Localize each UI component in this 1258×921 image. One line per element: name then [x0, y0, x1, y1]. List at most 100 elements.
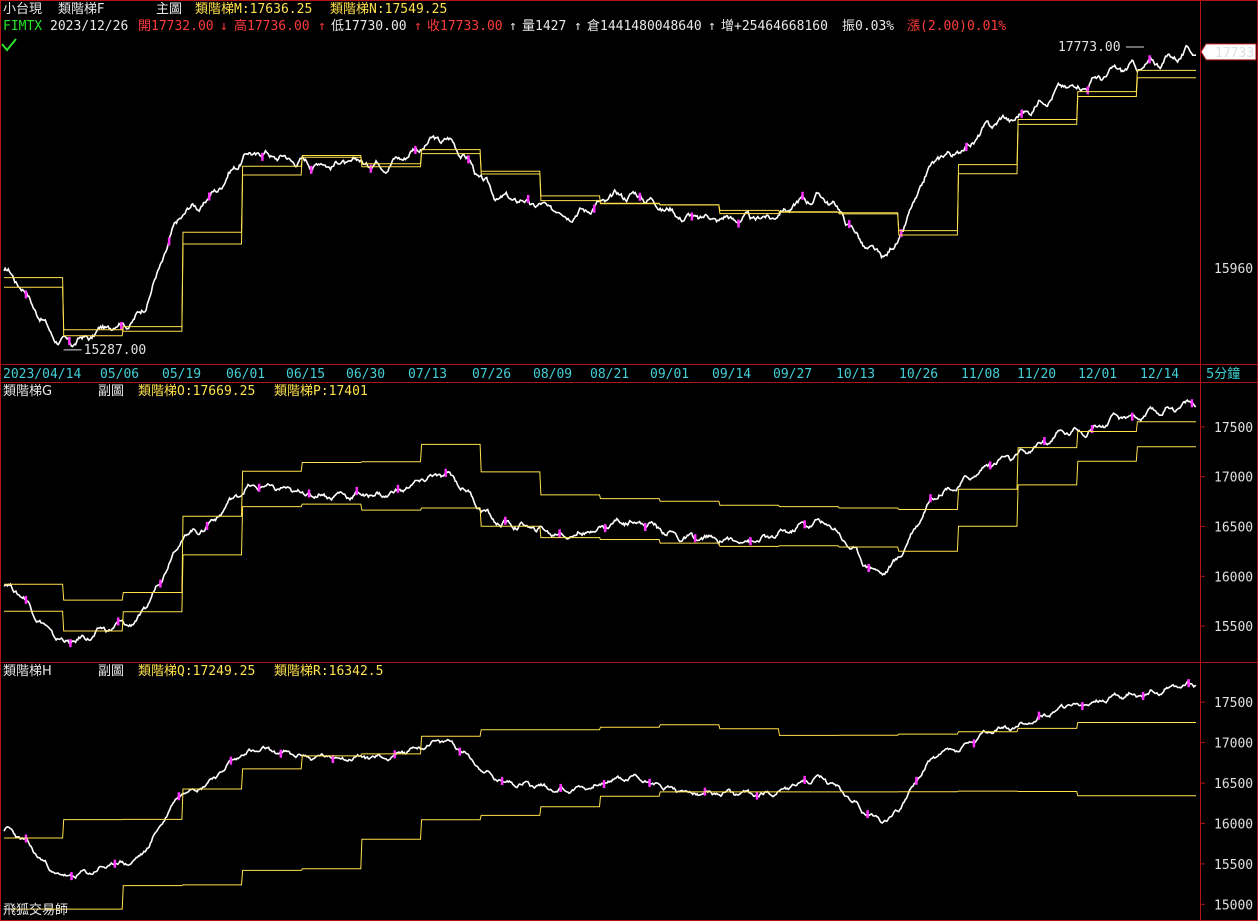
y-tick-label: 17500: [1214, 696, 1253, 711]
highlight-mark: [867, 564, 870, 573]
volume-value: 量1427: [522, 19, 566, 34]
highlight-mark: [755, 791, 759, 800]
sub2-label: 副圖: [98, 664, 124, 679]
instrument-name: 小台現: [3, 2, 42, 17]
sub-panel-h[interactable]: [3, 679, 1197, 910]
main-price-panel[interactable]: [3, 44, 1197, 348]
header-row-1: 小台現 類階梯F 主圖 類階梯M:17636.25 類階梯N:17549.25: [3, 2, 447, 17]
highlight-mark: [558, 529, 561, 538]
x-tick-label: 12/01: [1078, 367, 1117, 382]
x-tick-label: 10/13: [836, 367, 875, 382]
interval-selector[interactable]: 5分鐘: [1206, 366, 1240, 382]
highlight-mark: [1043, 437, 1046, 446]
highlight-mark: [648, 778, 651, 787]
x-tick-label: 11/20: [1017, 367, 1056, 382]
chart-canvas[interactable]: 17733 15960 17773.00 15287.002023/04/14 05/0…: [0, 0, 1258, 921]
highlight-mark: [279, 749, 283, 758]
highlight-mark: [467, 155, 470, 164]
highlight-mark: [120, 321, 123, 330]
header-row-2: FIMTX 2023/12/26 開17732.00 ↓ 高17736.00 ↑…: [3, 18, 1006, 34]
y-tick-label: 15000: [1214, 898, 1253, 913]
main-chart-label: 主圖: [156, 2, 182, 17]
y-tick-label: 16500: [1214, 777, 1253, 792]
highlight-mark: [526, 194, 530, 203]
y-tick-label: 16500: [1214, 521, 1253, 536]
highlight-mark: [1020, 109, 1023, 118]
x-tick-label: 09/27: [773, 367, 812, 382]
indicator-m-value: 類階梯M:17636.25: [195, 2, 312, 17]
highlight-mark: [355, 486, 359, 495]
x-tick-label: 05/06: [100, 367, 139, 382]
highlight-mark: [369, 164, 373, 173]
x-tick-label: 08/21: [590, 367, 629, 382]
sub2-name: 類階梯H: [3, 664, 52, 679]
highlight-mark: [68, 336, 71, 345]
highlight-mark: [593, 204, 596, 213]
highlight-mark: [693, 534, 697, 543]
highlight-mark: [1141, 691, 1145, 700]
indicator-series-line-類階梯R: [4, 790, 1196, 910]
indicator-o-value: 類階梯O:17669.25: [138, 384, 255, 399]
highlight-mark: [749, 537, 752, 546]
close-price: 收17733.00: [427, 19, 503, 34]
indicator-f-label: 類階梯F: [58, 2, 104, 17]
x-tick-label: 06/01: [226, 367, 265, 382]
low-price: 低17730.00: [331, 19, 407, 34]
highlight-mark: [177, 792, 181, 801]
chart-frame: [0, 0, 1258, 921]
indicator-r-value: 類階梯R:16342.5: [274, 664, 383, 679]
x-tick-label: 07/26: [472, 367, 511, 382]
highlight-mark: [458, 747, 462, 756]
highlight-mark: [1187, 679, 1190, 688]
quote-date: 2023/12/26: [50, 19, 128, 34]
y-tick-label: 16000: [1214, 570, 1253, 585]
y-tick-label: 17500: [1214, 421, 1253, 436]
up-arrow-icon: ↑: [318, 19, 326, 34]
highlight-mark: [972, 739, 976, 748]
axes: 17733 15960 17773.00 15287.002023/04/14 05/0…: [3, 40, 1257, 913]
highlight-mark: [1148, 55, 1151, 64]
highlight-mark: [801, 191, 804, 200]
highlight-mark: [1081, 702, 1084, 711]
highlight-mark: [504, 516, 507, 525]
x-tick-label: 09/14: [712, 367, 751, 382]
highlight-mark: [229, 756, 233, 765]
y-tick-label: 17000: [1214, 471, 1253, 486]
sub-panel-g[interactable]: [3, 398, 1197, 648]
indicator-series-line-類階梯N: [4, 77, 1196, 332]
brand-label: 飛狐交易師: [3, 902, 68, 918]
up-arrow-icon: ↑: [574, 19, 582, 34]
x-tick-label: 07/13: [408, 367, 447, 382]
highlight-mark: [803, 775, 806, 784]
highlight-mark: [1037, 711, 1041, 720]
highlight-mark: [70, 872, 73, 881]
x-tick-label: 10/26: [899, 367, 938, 382]
highlight-mark: [113, 859, 117, 868]
y-tick-label: 16000: [1214, 817, 1253, 832]
highlight-mark: [965, 143, 968, 152]
sub1-header: 類階梯G 副圖 類階梯O:17669.25 類階梯P:17401: [3, 384, 368, 399]
highlight-mark: [847, 220, 851, 229]
highlight-mark: [638, 192, 642, 201]
y-tick-label: 15500: [1214, 620, 1253, 635]
price-series-line: [3, 680, 1197, 880]
highlight-mark: [396, 484, 400, 493]
x-tick-label: 12/14: [1140, 367, 1179, 382]
highlight-mark: [207, 192, 211, 201]
sub2-header: 類階梯H 副圖 類階梯Q:17249.25 類階梯R:16342.5: [3, 664, 383, 679]
sub1-name: 類階梯G: [3, 384, 52, 399]
highlight-mark: [737, 219, 740, 228]
highlight-mark: [1086, 86, 1090, 95]
indicator-n-value: 類階梯N:17549.25: [330, 2, 447, 17]
highlight-mark: [1131, 412, 1134, 421]
x-tick-label: 08/09: [533, 367, 572, 382]
y-tick-label: 15960: [1214, 262, 1253, 277]
highlight-mark: [444, 468, 447, 477]
amplitude-value: 振0.03%: [842, 19, 894, 34]
highlight-mark: [24, 595, 28, 604]
highlight-mark: [309, 165, 313, 174]
highlight-mark: [307, 489, 311, 498]
x-tick-label: 06/15: [286, 367, 325, 382]
highlight-mark: [644, 523, 647, 532]
checkmark-icon: [1, 38, 17, 52]
